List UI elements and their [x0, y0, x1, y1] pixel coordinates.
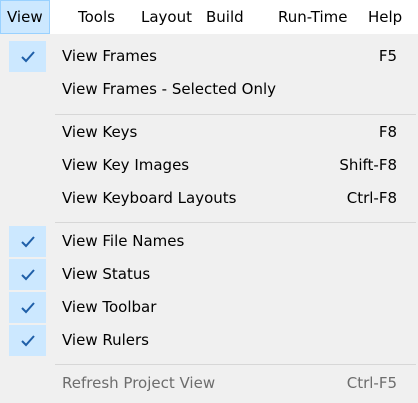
menu-item-view-file-names[interactable]: View File Names — [0, 225, 418, 258]
menu-item-view-keys[interactable]: View Keys F8 — [0, 116, 418, 149]
menu-run-time[interactable]: Run-Time — [278, 0, 348, 34]
menu-item-shortcut: F8 — [378, 123, 397, 141]
menu-item-view-key-images[interactable]: View Key Images Shift-F8 — [0, 149, 418, 182]
view-dropdown-menu: View Frames F5 View Frames - Selected On… — [0, 34, 418, 403]
menu-item-label: View Rulers — [62, 331, 149, 349]
menu-item-view-toolbar[interactable]: View Toolbar — [0, 291, 418, 324]
menu-item-view-rulers[interactable]: View Rulers — [0, 324, 418, 357]
menu-tools[interactable]: Tools — [78, 0, 115, 34]
menu-item-shortcut: Ctrl-F8 — [346, 189, 397, 207]
menu-item-label: View Keys — [62, 123, 138, 141]
menu-item-view-status[interactable]: View Status — [0, 258, 418, 291]
menu-separator — [55, 114, 416, 115]
checkmark-icon — [9, 41, 46, 72]
menu-bar: View Tools Layout Build Run-Time Help — [0, 0, 418, 34]
menu-item-shortcut: Ctrl-F5 — [346, 374, 397, 392]
menu-item-label: View File Names — [62, 232, 185, 250]
menu-separator — [55, 364, 416, 365]
checkmark-icon — [9, 292, 46, 323]
menu-item-refresh-project-view[interactable]: Refresh Project View Ctrl-F5 — [0, 367, 418, 400]
menu-item-label: View Frames - Selected Only — [62, 80, 277, 98]
checkmark-icon — [9, 226, 46, 257]
menu-item-view-frames-selected-only[interactable]: View Frames - Selected Only — [0, 73, 418, 106]
menu-item-label: Refresh Project View — [62, 374, 216, 392]
menu-item-label: View Frames — [62, 47, 157, 65]
menu-item-shortcut: Shift-F8 — [339, 156, 397, 174]
checkmark-icon — [9, 325, 46, 356]
menu-build[interactable]: Build — [206, 0, 244, 34]
menu-item-label: View Key Images — [62, 156, 190, 174]
checkmark-icon — [9, 259, 46, 290]
menu-item-view-frames[interactable]: View Frames F5 — [0, 40, 418, 73]
menu-layout[interactable]: Layout — [141, 0, 192, 34]
menu-separator — [55, 222, 416, 223]
menu-item-shortcut: F5 — [378, 47, 397, 65]
menu-item-label: View Status — [62, 265, 151, 283]
menu-help[interactable]: Help — [368, 0, 402, 34]
menu-view[interactable]: View — [0, 0, 50, 34]
menu-item-label: View Keyboard Layouts — [62, 189, 237, 207]
menu-item-view-keyboard-layouts[interactable]: View Keyboard Layouts Ctrl-F8 — [0, 182, 418, 215]
menu-item-label: View Toolbar — [62, 298, 157, 316]
